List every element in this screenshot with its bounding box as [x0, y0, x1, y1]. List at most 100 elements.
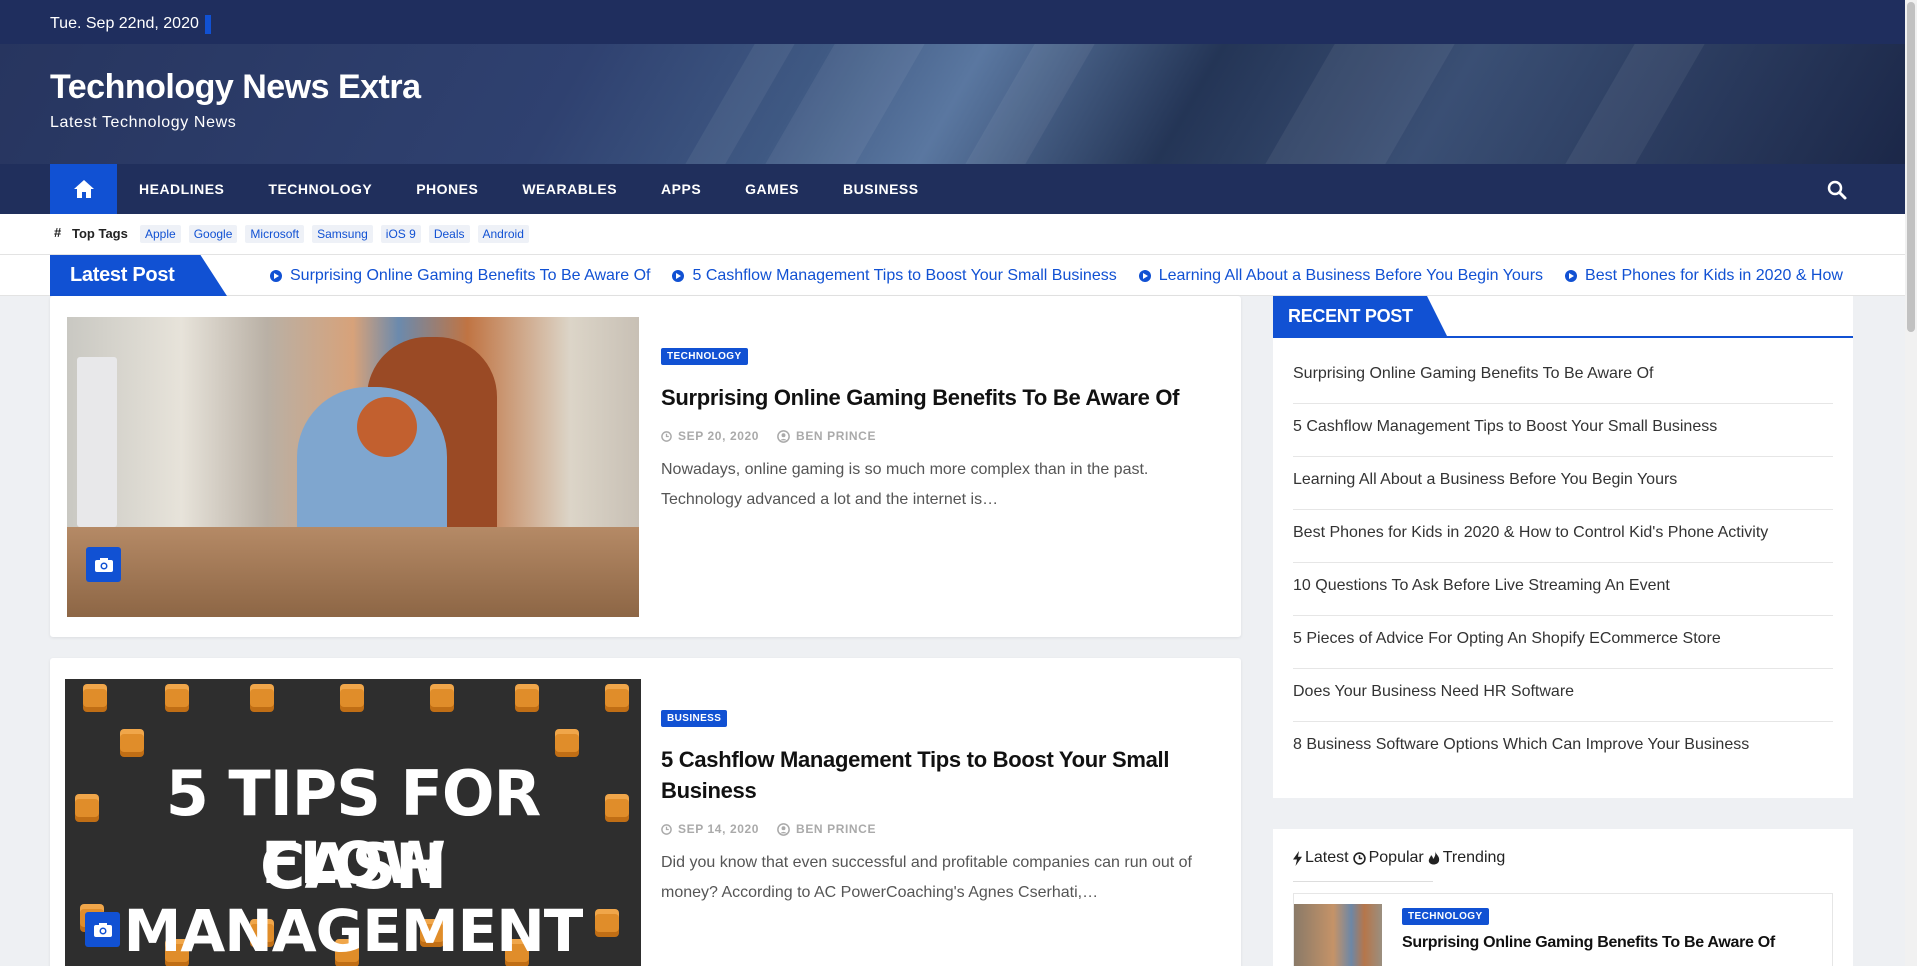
page-scrollbar[interactable]: [1905, 0, 1917, 966]
fire-icon: [1428, 850, 1439, 865]
current-date: Tue. Sep 22nd, 2020: [50, 15, 199, 32]
date-marker: [205, 15, 211, 34]
arrow-circle-icon: [1565, 269, 1578, 282]
ticker-item-text[interactable]: Learning All About a Business Before You…: [1159, 255, 1543, 296]
user-icon: [777, 822, 790, 836]
top-date-bar: Tue. Sep 22nd, 2020: [0, 0, 1905, 44]
post-date[interactable]: SEP 20, 2020: [661, 429, 759, 443]
excerpt-line: Technology advanced a lot and the intern…: [661, 491, 999, 508]
excerpt-line: money? According to AC PowerCoaching's A…: [661, 884, 1099, 901]
recent-post-link[interactable]: Surprising Online Gaming Benefits To Be …: [1293, 351, 1833, 404]
post-author[interactable]: BEN PRINCE: [777, 822, 876, 836]
clock-icon: [661, 823, 672, 835]
recent-posts-widget: RECENT POST Surprising Online Gaming Ben…: [1273, 296, 1853, 798]
tag-apple[interactable]: Apple: [140, 225, 181, 243]
post-excerpt: Nowadays, online gaming is so much more …: [661, 455, 1221, 515]
post-date[interactable]: SEP 14, 2020: [661, 822, 759, 836]
nav-item-business[interactable]: BUSINESS: [821, 164, 941, 214]
nav-item-phones[interactable]: PHONES: [394, 164, 500, 214]
camera-icon: [85, 912, 120, 947]
ticker-item[interactable]: 5 Cashflow Management Tips to Boost Your…: [672, 255, 1117, 296]
recent-post-heading: RECENT POST: [1288, 306, 1413, 326]
post-title-line: Business: [661, 778, 757, 803]
nav-item-headlines[interactable]: HEADLINES: [117, 164, 246, 214]
post-date-text: SEP 14, 2020: [678, 822, 760, 836]
post-thumbnail[interactable]: 5 TIPS FOR CASH FLOW MANAGEMENT: [65, 679, 641, 966]
main-nav: HEADLINES TECHNOLOGY PHONES WEARABLES AP…: [0, 164, 1905, 214]
recent-post-link[interactable]: 10 Questions To Ask Before Live Streamin…: [1293, 563, 1833, 616]
category-badge[interactable]: TECHNOLOGY: [661, 348, 748, 365]
tab-popular[interactable]: Popular: [1352, 849, 1424, 867]
home-icon: [73, 180, 94, 198]
post-thumbnail[interactable]: [67, 317, 639, 617]
recent-post-link[interactable]: Best Phones for Kids in 2020 & How to Co…: [1293, 510, 1833, 563]
nav-item-apps[interactable]: APPS: [639, 164, 723, 214]
post-author-text: BEN PRINCE: [796, 822, 877, 836]
excerpt-line: Nowadays, online gaming is so much more …: [661, 461, 1149, 478]
tag-deals[interactable]: Deals: [428, 225, 470, 243]
top-tags-label: Top Tags: [72, 226, 128, 241]
recent-post-link[interactable]: Does Your Business Need HR Software: [1293, 669, 1833, 722]
arrow-circle-icon: [1138, 269, 1151, 282]
site-tagline: Latest Technology News: [50, 114, 237, 131]
site-title[interactable]: Technology News Extra: [50, 68, 421, 107]
tab-latest-label: Latest: [1305, 849, 1349, 866]
latest-post-ticker: Latest Post Surprising Online Gaming Ben…: [0, 255, 1905, 296]
tab-post-title[interactable]: Surprising Online Gaming Benefits To Be …: [1402, 934, 1775, 952]
user-icon: [777, 429, 790, 443]
excerpt-line: Did you know that even successful and pr…: [661, 854, 1192, 871]
recent-post-link[interactable]: 5 Pieces of Advice For Opting An Shopify…: [1293, 616, 1833, 669]
nav-item-wearables[interactable]: WEARABLES: [500, 164, 639, 214]
top-tags-bar: # Top Tags Apple Google Microsoft Samsun…: [0, 214, 1905, 255]
tab-post-thumbnail[interactable]: [1294, 904, 1382, 966]
category-badge[interactable]: TECHNOLOGY: [1402, 908, 1489, 925]
tag-ios9[interactable]: iOS 9: [380, 225, 421, 243]
recent-posts-list: Surprising Online Gaming Benefits To Be …: [1293, 351, 1833, 775]
recent-post-link[interactable]: Learning All About a Business Before You…: [1293, 457, 1833, 510]
tab-trending-label: Trending: [1442, 849, 1506, 866]
ticker-item-text[interactable]: Best Phones for Kids in 2020 & How: [1585, 255, 1843, 296]
tab-latest[interactable]: Latest: [1293, 849, 1349, 867]
recent-post-link[interactable]: 5 Cashflow Management Tips to Boost Your…: [1293, 404, 1833, 457]
post-card: TECHNOLOGY Surprising Online Gaming Bene…: [50, 296, 1241, 637]
clock-icon: [661, 430, 672, 442]
ticker-item-text[interactable]: Surprising Online Gaming Benefits To Be …: [290, 255, 650, 296]
post-card: 5 TIPS FOR CASH FLOW MANAGEMENT BUSINESS…: [50, 658, 1241, 966]
post-title[interactable]: Surprising Online Gaming Benefits To Be …: [661, 382, 1221, 413]
tag-samsung[interactable]: Samsung: [312, 225, 373, 243]
ticker-item-text[interactable]: 5 Cashflow Management Tips to Boost Your…: [692, 255, 1116, 296]
latest-post-label: Latest Post: [70, 264, 175, 286]
recent-post-link[interactable]: 8 Business Software Options Which Can Im…: [1293, 722, 1833, 775]
ticker-item[interactable]: Learning All About a Business Before You…: [1138, 255, 1543, 296]
post-author-text: BEN PRINCE: [796, 429, 877, 443]
ticker-item[interactable]: Best Phones for Kids in 2020 & How: [1565, 255, 1843, 296]
search-icon[interactable]: [1826, 179, 1848, 201]
post-date-text: SEP 20, 2020: [678, 429, 760, 443]
hashtag-icon: #: [54, 225, 62, 240]
latest-post-badge: Latest Post: [50, 255, 227, 296]
tag-google[interactable]: Google: [188, 225, 238, 243]
tab-popular-label: Popular: [1368, 849, 1424, 866]
arrow-circle-icon: [270, 269, 282, 282]
tabs-widget: Latest Popular Trending TECHNOLOGY Surpr…: [1273, 829, 1853, 966]
arrow-circle-icon: [672, 269, 685, 282]
tabs-divider: [1293, 881, 1433, 882]
tab-post-item[interactable]: TECHNOLOGY Surprising Online Gaming Bene…: [1293, 893, 1833, 966]
tag-microsoft[interactable]: Microsoft: [245, 225, 305, 243]
post-author[interactable]: BEN PRINCE: [777, 429, 876, 443]
post-title[interactable]: 5 Cashflow Management Tips to Boost Your…: [661, 744, 1221, 806]
tag-android[interactable]: Android: [477, 225, 529, 243]
bolt-icon: [1293, 850, 1302, 866]
thumbnail-headline: FLOW MANAGEMENT: [123, 829, 584, 965]
tab-trending[interactable]: Trending: [1428, 849, 1506, 867]
nav-home-button[interactable]: [50, 164, 117, 214]
post-excerpt: Did you know that even successful and pr…: [661, 848, 1221, 908]
nav-item-technology[interactable]: TECHNOLOGY: [246, 164, 394, 214]
scrollbar-thumb[interactable]: [1907, 2, 1915, 332]
site-header: Technology News Extra Latest Technology …: [0, 44, 1905, 164]
ticker-item[interactable]: Surprising Online Gaming Benefits To Be …: [270, 255, 650, 296]
nav-item-games[interactable]: GAMES: [723, 164, 821, 214]
post-title-line: 5 Cashflow Management Tips to Boost Your…: [661, 747, 1170, 772]
widget-heading: RECENT POST: [1273, 296, 1853, 338]
category-badge[interactable]: BUSINESS: [661, 710, 728, 727]
